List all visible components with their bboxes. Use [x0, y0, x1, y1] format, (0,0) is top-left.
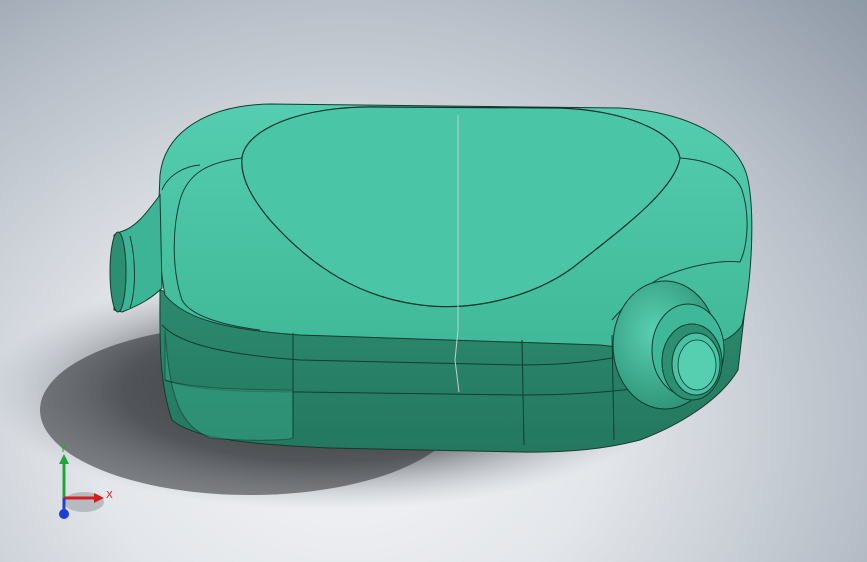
- graphics-viewport[interactable]: Y X: [0, 0, 867, 562]
- model-scene[interactable]: [0, 0, 867, 562]
- view-orientation-triad[interactable]: Y X: [44, 442, 124, 522]
- right-spout-opening: [677, 339, 717, 391]
- y-axis-label: Y: [59, 444, 67, 455]
- y-axis-arrowhead: [59, 454, 69, 464]
- x-axis-label: X: [106, 490, 113, 501]
- z-axis-arrowhead: [59, 509, 69, 519]
- left-spout-rim: [109, 231, 127, 313]
